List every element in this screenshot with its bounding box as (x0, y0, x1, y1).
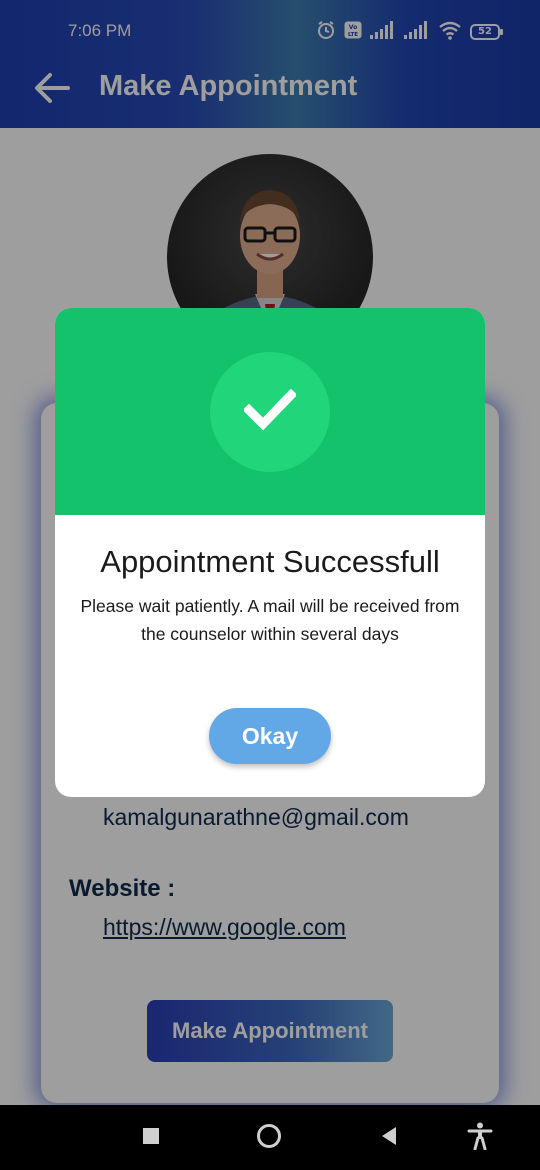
accessibility-icon (467, 1122, 493, 1155)
accessibility-button[interactable] (465, 1122, 495, 1155)
recent-apps-icon (142, 1127, 160, 1150)
dialog-header (55, 308, 485, 515)
success-dialog: Appointment Successfull Please wait pati… (55, 308, 485, 797)
checkmark-icon (242, 388, 298, 436)
back-icon (380, 1126, 398, 1151)
success-badge (210, 352, 330, 472)
system-nav-bar (0, 1105, 540, 1170)
nav-back-button[interactable] (374, 1123, 404, 1153)
home-button[interactable] (254, 1123, 284, 1153)
recent-apps-button[interactable] (136, 1123, 166, 1153)
dialog-message: Please wait patiently. A mail will be re… (80, 596, 460, 644)
home-icon (256, 1123, 282, 1154)
dialog-title: Appointment Successfull (100, 544, 440, 579)
okay-button[interactable]: Okay (209, 708, 331, 764)
